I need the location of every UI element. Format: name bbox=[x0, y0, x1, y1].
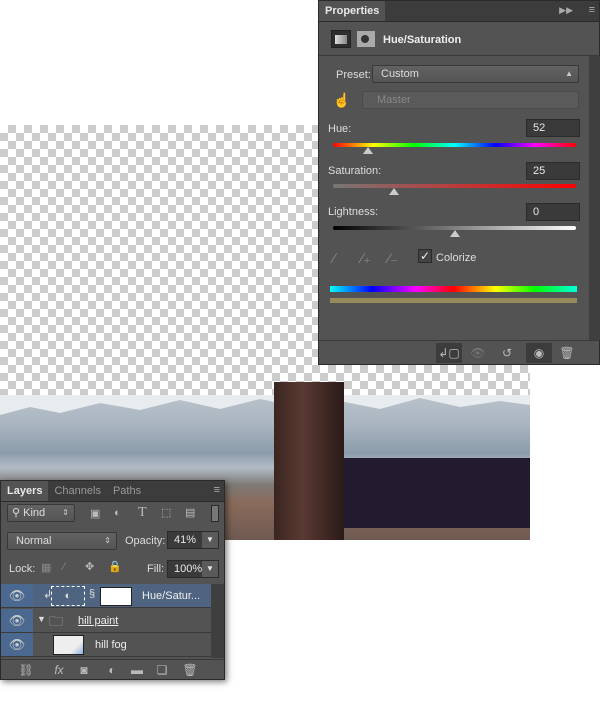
scrollbar[interactable] bbox=[589, 56, 600, 340]
fill-value: 100% bbox=[174, 563, 203, 575]
lightness-value: 0 bbox=[533, 206, 540, 218]
lightness-label: Lightness: bbox=[328, 206, 379, 218]
lock-position-icon[interactable]: ✥ bbox=[85, 560, 94, 573]
panel-menu-icon[interactable]: ≡ bbox=[589, 4, 595, 16]
blend-mode-value: Normal bbox=[16, 535, 52, 547]
eyedropper-plus-icon[interactable]: ⁄₊ bbox=[361, 250, 371, 267]
lock-label: Lock: bbox=[9, 563, 36, 575]
eyedropper-icon[interactable]: ⁄ bbox=[333, 250, 335, 266]
layer-thumbnail bbox=[53, 635, 84, 655]
saturation-value: 25 bbox=[533, 165, 546, 177]
lightness-input[interactable]: 0 bbox=[526, 203, 580, 221]
expand-arrow-icon[interactable]: ▼ bbox=[37, 614, 46, 624]
search-icon: ⚲ bbox=[12, 507, 24, 519]
filter-adjustment-icon[interactable]: ◐ bbox=[114, 507, 121, 519]
layer-name[interactable]: hill paint bbox=[78, 615, 118, 627]
chimney bbox=[274, 382, 344, 540]
layers-panel: Layers Channels Paths ≡ ⚲ Kind ⇕ ▣ ◐ T ⬚ … bbox=[0, 480, 225, 680]
add-mask-icon[interactable]: ◙ bbox=[71, 660, 97, 680]
panel-menu-icon[interactable]: ≡ bbox=[214, 484, 220, 496]
layer-row[interactable]: 👁 hill fog bbox=[1, 633, 211, 657]
preset-label: Preset: bbox=[336, 69, 371, 81]
collapse-icon[interactable]: ▶▶ bbox=[559, 5, 573, 16]
saturation-slider-track[interactable] bbox=[333, 184, 576, 188]
lock-transparent-icon[interactable]: ▦ bbox=[41, 561, 51, 574]
eye-icon[interactable]: 👁 bbox=[1, 584, 33, 607]
preset-value: Custom bbox=[381, 68, 419, 80]
layer-name[interactable]: Hue/Satur... bbox=[142, 590, 200, 602]
fx-icon[interactable]: fx bbox=[46, 660, 72, 680]
eye-icon[interactable]: 👁 bbox=[1, 609, 33, 632]
panel-title: Hue/Saturation bbox=[383, 34, 462, 46]
layers-scrollbar[interactable] bbox=[211, 584, 224, 658]
filter-type-icon[interactable]: T bbox=[138, 505, 147, 521]
mask-icon[interactable] bbox=[357, 31, 375, 47]
fill-label: Fill: bbox=[147, 563, 165, 575]
filter-kind-select[interactable]: ⚲ Kind ⇕ bbox=[7, 504, 75, 522]
colorize-label: Colorize bbox=[436, 252, 477, 264]
preset-select[interactable]: Custom ▲ bbox=[372, 65, 579, 83]
filter-toggle[interactable] bbox=[211, 505, 219, 522]
toggle-visibility-button[interactable]: ◉ bbox=[526, 343, 552, 363]
opacity-value: 41% bbox=[174, 534, 197, 546]
tab-channels[interactable]: Channels bbox=[48, 481, 106, 501]
mask-thumbnail bbox=[100, 587, 132, 606]
hue-label: Hue: bbox=[328, 123, 352, 135]
fill-input[interactable]: 100% ▼ bbox=[167, 560, 219, 578]
adjustment-thumbnail: ◐ bbox=[51, 586, 85, 606]
eye-icon[interactable]: 👁 bbox=[1, 633, 33, 656]
channel-value: Master bbox=[377, 94, 411, 106]
filter-kind-value: Kind bbox=[23, 507, 46, 519]
hue-input[interactable]: 52 bbox=[526, 119, 580, 137]
filter-shape-icon[interactable]: ⬚ bbox=[161, 506, 171, 519]
view-previous-button[interactable]: 👁 bbox=[465, 343, 491, 363]
fill-dropdown-icon[interactable]: ▼ bbox=[202, 561, 218, 577]
folder-icon: 🗀 bbox=[49, 613, 63, 629]
new-layer-icon[interactable]: ❏ bbox=[149, 660, 175, 680]
lightness-slider-thumb[interactable] bbox=[450, 230, 460, 237]
targeted-adjustment-icon[interactable]: ☝ bbox=[333, 92, 350, 109]
opacity-label: Opacity: bbox=[125, 535, 166, 547]
layer-name[interactable]: hill fog bbox=[95, 639, 127, 651]
channel-select[interactable]: Master bbox=[362, 91, 579, 109]
properties-panel: Properties ▶▶ ≡ Hue/Saturation Preset: C… bbox=[318, 0, 600, 365]
saturation-input[interactable]: 25 bbox=[526, 162, 580, 180]
lock-all-icon[interactable]: 🔒 bbox=[108, 560, 122, 573]
filter-smartobject-icon[interactable]: ▤ bbox=[185, 506, 195, 519]
layer-row[interactable]: 👁 ↲ ◐ § Hue/Satur... bbox=[1, 584, 211, 608]
layer-row[interactable]: 👁 ▼ 🗀 hill paint bbox=[1, 609, 211, 633]
tint-bar bbox=[330, 298, 577, 303]
mountains bbox=[0, 395, 530, 415]
hue-spectrum-bar bbox=[330, 286, 577, 292]
opacity-dropdown-icon[interactable]: ▼ bbox=[202, 532, 218, 548]
tab-properties[interactable]: Properties bbox=[319, 1, 386, 21]
link-layers-icon[interactable]: ⛓ bbox=[13, 660, 39, 680]
opacity-input[interactable]: 41% ▼ bbox=[167, 531, 219, 549]
delete-layer-icon[interactable]: 🗑 bbox=[177, 660, 203, 680]
delete-button[interactable]: 🗑 bbox=[554, 343, 580, 363]
hue-slider-thumb[interactable] bbox=[363, 147, 373, 154]
clip-to-layer-button[interactable]: ↲▢ bbox=[436, 343, 462, 363]
filter-pixel-icon[interactable]: ▣ bbox=[90, 507, 100, 520]
saturation-slider-thumb[interactable] bbox=[389, 188, 399, 195]
lock-pixels-icon[interactable]: ⁄ bbox=[63, 561, 65, 573]
adjustment-icon[interactable] bbox=[331, 30, 351, 48]
reset-button[interactable]: ↺ bbox=[494, 343, 520, 363]
new-adjustment-icon[interactable]: ◐ bbox=[99, 660, 125, 680]
eyedropper-minus-icon[interactable]: ⁄₋ bbox=[388, 250, 398, 267]
new-group-icon[interactable]: ▬ bbox=[124, 660, 150, 680]
tab-paths[interactable]: Paths bbox=[107, 481, 147, 501]
saturation-label: Saturation: bbox=[328, 165, 382, 177]
link-icon[interactable]: § bbox=[89, 588, 95, 600]
colorize-checkbox[interactable]: ✓ bbox=[418, 249, 432, 263]
tab-layers[interactable]: Layers bbox=[1, 481, 49, 501]
blend-mode-select[interactable]: Normal ⇕ bbox=[7, 532, 117, 550]
dark-roof bbox=[344, 458, 530, 528]
hue-value: 52 bbox=[533, 122, 546, 134]
